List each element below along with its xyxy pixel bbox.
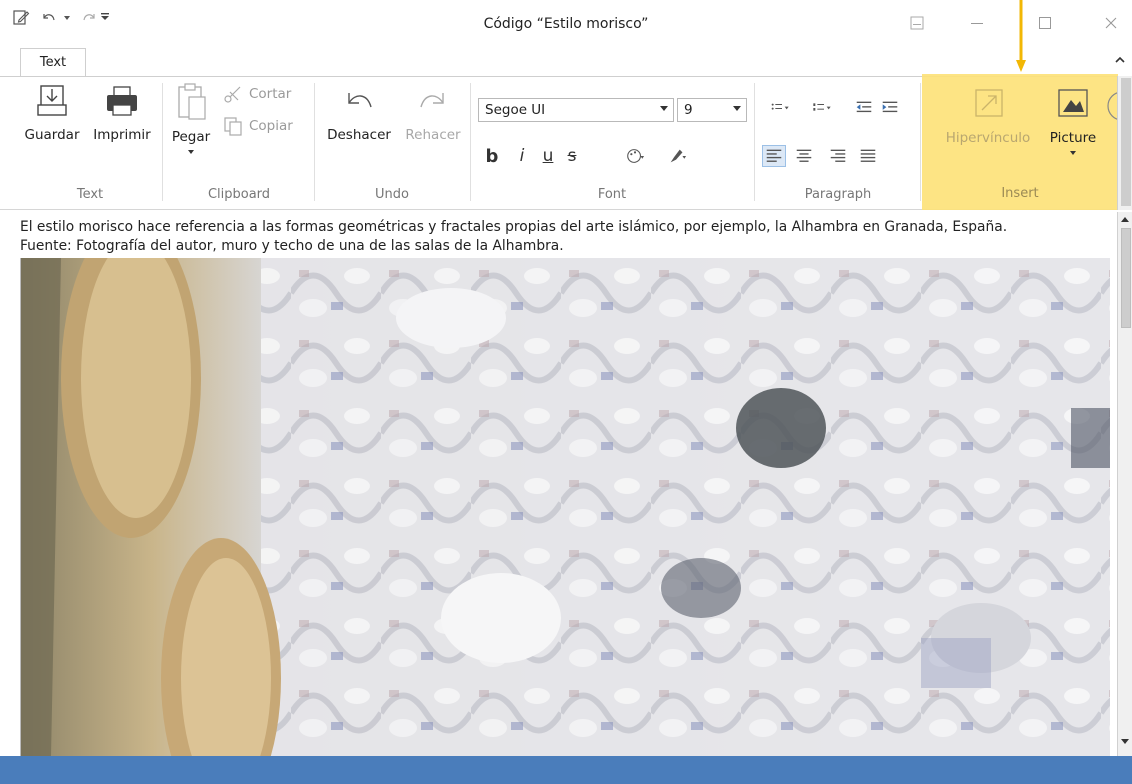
bold-button[interactable]: b (482, 145, 502, 167)
alhambra-photo[interactable] (20, 258, 1110, 756)
numbered-list-icon (813, 103, 831, 111)
italic-button[interactable]: i (512, 145, 532, 167)
printer-icon (107, 86, 137, 116)
group-label-paragraph: Paragraph (804, 187, 872, 202)
group-label-undo: Undo (375, 187, 409, 202)
chevron-down-icon (733, 106, 741, 111)
paste-dropdown-icon[interactable] (187, 149, 195, 155)
status-bar (0, 756, 1132, 784)
chevron-down-icon (660, 106, 668, 111)
decrease-indent-button[interactable] (852, 97, 876, 119)
group-separator (920, 83, 921, 201)
group-label-insert: Insert (1001, 186, 1039, 201)
align-center-icon (796, 149, 812, 162)
justify-icon (860, 149, 876, 162)
print-label: Imprimir (93, 127, 151, 143)
indent-icon (882, 101, 898, 113)
undo-icon (348, 93, 372, 108)
photo-image (21, 258, 1110, 756)
text-color-button[interactable] (618, 145, 652, 167)
document-scrollbar[interactable] (1117, 212, 1132, 756)
title-bar: Código “Estilo morisco” (0, 0, 1132, 50)
collapse-ribbon-icon[interactable] (1114, 54, 1126, 66)
underline-button[interactable]: u (538, 145, 558, 167)
picture-dropdown-icon[interactable] (1069, 150, 1077, 156)
group-separator (162, 83, 163, 201)
scrollbar-thumb[interactable] (1121, 78, 1131, 206)
strikethrough-button[interactable]: s (562, 145, 582, 167)
align-center-button[interactable] (792, 145, 816, 167)
hyperlink-button[interactable]: Hipervínculo (938, 86, 1038, 146)
save-button[interactable]: Guardar (20, 83, 84, 143)
font-name-select[interactable]: Segoe UI (478, 98, 674, 122)
close-icon[interactable] (1096, 8, 1126, 38)
group-label-text: Text (76, 187, 104, 202)
caption-paragraph[interactable]: El estilo morisco hace referencia a las … (20, 218, 1115, 256)
numbered-list-button[interactable] (804, 97, 840, 119)
cut-label: Cortar (249, 86, 292, 102)
cut-button[interactable]: Cortar (222, 83, 291, 105)
picture-icon (1058, 89, 1088, 117)
paste-label: Pegar (171, 129, 211, 145)
group-separator (754, 83, 755, 201)
copy-label: Copiar (249, 118, 293, 134)
scroll-up-icon[interactable] (1121, 217, 1129, 222)
scissors-icon (224, 86, 241, 103)
undo-label: Deshacer (327, 127, 391, 143)
justify-button[interactable] (856, 145, 880, 167)
tab-text[interactable]: Text (20, 48, 86, 76)
palette-icon (627, 149, 645, 163)
outdent-icon (856, 101, 872, 113)
annotation-arrow-icon (1016, 0, 1026, 72)
document-editor[interactable]: El estilo morisco hace referencia a las … (0, 212, 1117, 756)
print-button[interactable]: Imprimir (86, 83, 158, 143)
group-label-font: Font (597, 187, 627, 202)
restore-layout-icon[interactable] (902, 8, 932, 38)
font-size-value: 9 (684, 102, 693, 118)
align-right-button[interactable] (826, 145, 850, 167)
marker-icon (670, 149, 687, 163)
picture-label: Picture (1049, 130, 1097, 146)
minimize-icon[interactable] (962, 8, 992, 38)
undo-button[interactable]: Deshacer (322, 83, 396, 143)
paste-button[interactable]: Pegar (168, 83, 214, 155)
ribbon-scrollbar[interactable] (1117, 76, 1132, 210)
align-right-icon (830, 149, 846, 162)
redo-button[interactable]: Rehacer (398, 83, 468, 143)
maximize-icon[interactable] (1030, 8, 1060, 38)
hyperlink-label: Hipervínculo (945, 130, 1031, 146)
app-window: Código “Estilo morisco” Text Guardar Imp… (0, 0, 1132, 784)
scroll-down-icon[interactable] (1121, 739, 1129, 744)
bullet-list-icon (771, 103, 789, 110)
clipboard-icon (178, 83, 206, 120)
group-label-clipboard: Clipboard (207, 187, 271, 202)
increase-indent-button[interactable] (878, 97, 902, 119)
highlight-button[interactable] (660, 145, 694, 167)
copy-button[interactable]: Copiar (222, 115, 293, 137)
save-icon (37, 85, 67, 116)
align-left-button[interactable] (762, 145, 786, 167)
caption-line-2: Fuente: Fotografía del autor, muro y tec… (20, 238, 564, 254)
group-separator (314, 83, 315, 201)
align-left-icon (766, 149, 782, 162)
redo-label: Rehacer (405, 127, 461, 143)
font-size-select[interactable]: 9 (677, 98, 747, 122)
save-label: Guardar (24, 127, 80, 143)
picture-button[interactable]: Picture (1044, 86, 1102, 156)
caption-line-1: El estilo morisco hace referencia a las … (20, 219, 1008, 235)
bullet-list-button[interactable] (762, 97, 798, 119)
group-separator (470, 83, 471, 201)
font-name-value: Segoe UI (485, 102, 546, 118)
redo-icon (420, 93, 444, 108)
hyperlink-icon (975, 89, 1003, 117)
copy-icon (224, 117, 242, 136)
scrollbar-thumb[interactable] (1121, 228, 1131, 328)
